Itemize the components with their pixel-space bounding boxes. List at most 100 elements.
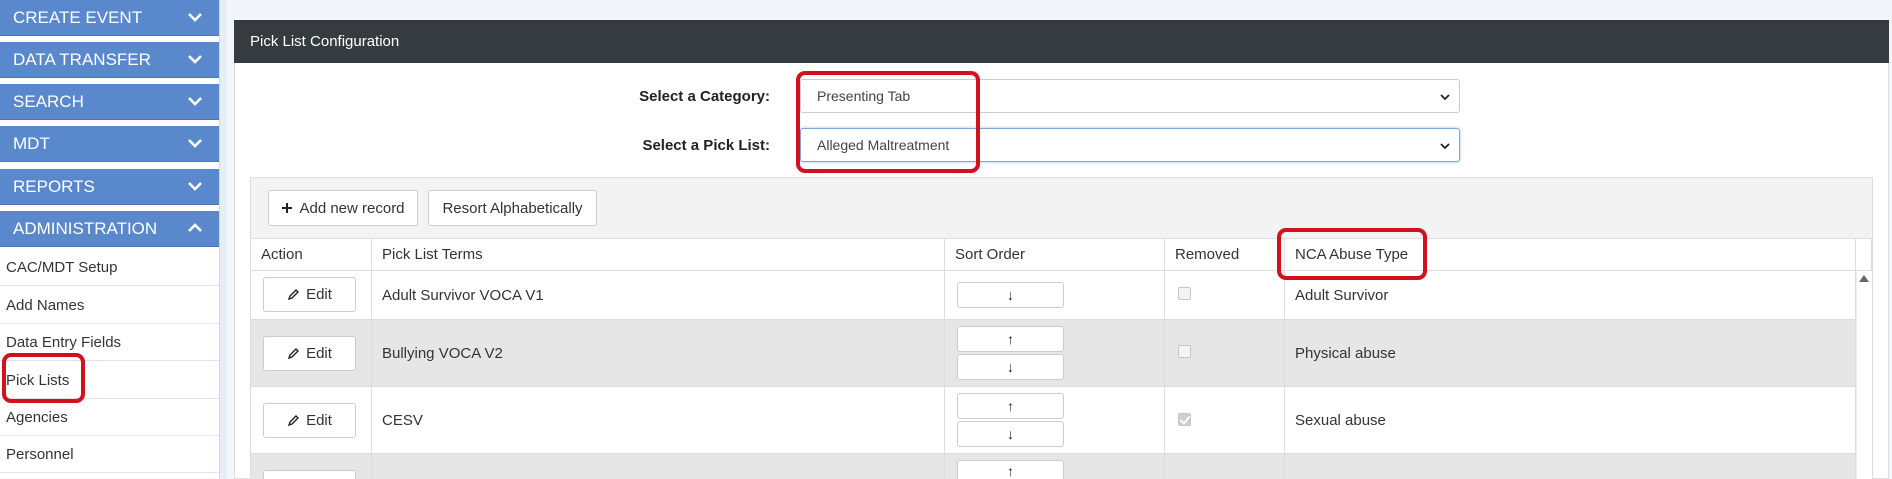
column-header-sort-order[interactable]: Sort Order: [945, 238, 1165, 271]
pencil-icon: [287, 348, 300, 360]
pencil-icon: [287, 289, 300, 301]
arrow-up-icon: ↑: [1007, 398, 1014, 414]
term-cell: CESV: [372, 387, 945, 454]
chevron-down-icon: [188, 182, 202, 191]
sidebar-item-label: Pick Lists: [6, 371, 70, 389]
arrow-up-icon: ↑: [1007, 331, 1014, 347]
sidebar-item-agencies[interactable]: Agencies: [0, 399, 219, 436]
category-select[interactable]: Presenting Tab: [800, 79, 1460, 113]
nca-type-text: Physical abuse: [1295, 344, 1396, 362]
column-header-label: NCA Abuse Type: [1295, 246, 1409, 263]
arrow-down-icon: ↓: [1007, 426, 1014, 442]
term-text: CESV: [382, 411, 423, 429]
column-header-nca-abuse-type[interactable]: NCA Abuse Type: [1285, 238, 1856, 271]
edit-button[interactable]: Edit: [263, 277, 356, 312]
sidebar-item-data-entry-fields[interactable]: Data Entry Fields: [0, 324, 219, 361]
scroll-up-icon[interactable]: [1859, 274, 1869, 282]
panel-title: Pick List Configuration: [250, 33, 400, 50]
panel-header: Pick List Configuration: [234, 20, 1889, 63]
sidebar-item-label: Data Entry Fields: [6, 333, 122, 351]
picklist-label: Select a Pick List:: [642, 137, 770, 154]
nav-section-mdt[interactable]: MDT: [0, 126, 219, 162]
edit-button[interactable]: Edit: [263, 336, 356, 371]
chevron-down-icon: [188, 13, 202, 22]
resort-alphabetically-button[interactable]: Resort Alphabetically: [428, 190, 597, 226]
sidebar-item-add-names[interactable]: Add Names: [0, 287, 219, 324]
arrow-up-icon: ↑: [1007, 463, 1014, 479]
nav-section-label: DATA TRANSFER: [13, 49, 151, 69]
edit-button[interactable]: [263, 470, 356, 479]
move-down-button[interactable]: ↓: [957, 354, 1064, 380]
nca-type-cell: Physical abuse: [1285, 320, 1856, 387]
arrow-down-icon: ↓: [1007, 287, 1014, 303]
sidebar-item-label: CAC/MDT Setup: [6, 258, 118, 276]
sidebar-item-label: Add Names: [6, 296, 85, 314]
chevron-down-icon: [1440, 143, 1450, 150]
removed-cell: [1165, 454, 1285, 479]
nca-type-cell: Adult Survivor: [1285, 271, 1856, 320]
term-cell: Adult Survivor VOCA V1: [372, 271, 945, 320]
picklist-select-value: Alleged Maltreatment: [817, 137, 950, 153]
nav-section-create-event[interactable]: CREATE EVENT: [0, 0, 219, 36]
nav-section-label: CREATE EVENT: [13, 7, 143, 27]
sidebar-item-label: Personnel: [6, 445, 74, 463]
move-down-button[interactable]: ↓: [957, 421, 1064, 447]
column-header-action[interactable]: Action: [251, 238, 372, 271]
move-up-button[interactable]: ↑: [957, 326, 1064, 352]
sidebar-item-cac-mdt-setup[interactable]: CAC/MDT Setup: [0, 249, 219, 286]
term-cell: Bullying VOCA V2: [372, 320, 945, 387]
sidebar: CREATE EVENT DATA TRANSFER SEARCH MDT RE…: [0, 0, 219, 479]
nav-section-label: SEARCH: [13, 91, 84, 111]
term-text: Bullying VOCA V2: [382, 344, 503, 362]
arrow-down-icon: ↓: [1007, 359, 1014, 375]
nav-section-administration[interactable]: ADMINISTRATION: [0, 211, 219, 247]
nav-section-reports[interactable]: REPORTS: [0, 169, 219, 205]
nav-section-label: ADMINISTRATION: [13, 218, 158, 238]
edit-button[interactable]: Edit: [263, 403, 356, 438]
removed-checkbox[interactable]: [1178, 287, 1191, 300]
nav-section-label: MDT: [13, 133, 50, 153]
pencil-icon: [287, 415, 300, 427]
edit-label: Edit: [306, 412, 332, 429]
chevron-down-icon: [188, 139, 202, 148]
column-header-spacer: [1856, 238, 1872, 271]
move-up-button[interactable]: ↑: [957, 393, 1064, 419]
nca-type-text: Adult Survivor: [1295, 286, 1389, 304]
edit-label: Edit: [306, 286, 332, 303]
column-header-removed[interactable]: Removed: [1165, 238, 1285, 271]
nca-type-cell: [1285, 454, 1856, 479]
move-down-button[interactable]: ↓: [957, 282, 1064, 308]
sidebar-divider: [219, 0, 227, 479]
nav-section-label: REPORTS: [13, 176, 95, 196]
table-scrollbar[interactable]: [1856, 271, 1872, 479]
category-label: Select a Category:: [639, 88, 770, 105]
chevron-down-icon: [188, 55, 202, 64]
removed-checkbox[interactable]: [1178, 413, 1191, 426]
sidebar-item-personnel[interactable]: Personnel: [0, 436, 219, 473]
term-text: Adult Survivor VOCA V1: [382, 286, 544, 304]
sidebar-item-pick-lists[interactable]: Pick Lists: [0, 362, 219, 399]
nca-type-text: Sexual abuse: [1295, 411, 1386, 429]
column-header-terms[interactable]: Pick List Terms: [372, 238, 945, 271]
nca-type-cell: Sexual abuse: [1285, 387, 1856, 454]
sidebar-item-label: Agencies: [6, 408, 68, 426]
nav-section-search[interactable]: SEARCH: [0, 84, 219, 120]
nav-section-data-transfer[interactable]: DATA TRANSFER: [0, 42, 219, 78]
column-header-label: Pick List Terms: [382, 246, 483, 263]
column-header-label: Action: [261, 246, 303, 263]
add-record-label: Add new record: [299, 199, 405, 217]
chevron-up-icon: [188, 223, 202, 232]
picklist-select[interactable]: Alleged Maltreatment: [800, 128, 1460, 162]
category-select-value: Presenting Tab: [817, 88, 911, 104]
removed-checkbox[interactable]: [1178, 345, 1191, 358]
edit-label: Edit: [306, 345, 332, 362]
term-cell: [372, 454, 945, 479]
move-up-button[interactable]: ↑: [957, 460, 1064, 479]
plus-icon: [282, 203, 293, 213]
chevron-down-icon: [1440, 94, 1450, 101]
column-header-label: Removed: [1175, 246, 1240, 263]
add-record-button[interactable]: Add new record: [268, 190, 418, 226]
chevron-down-icon: [188, 97, 202, 106]
column-header-label: Sort Order: [955, 246, 1026, 263]
resort-label: Resort Alphabetically: [442, 199, 583, 217]
